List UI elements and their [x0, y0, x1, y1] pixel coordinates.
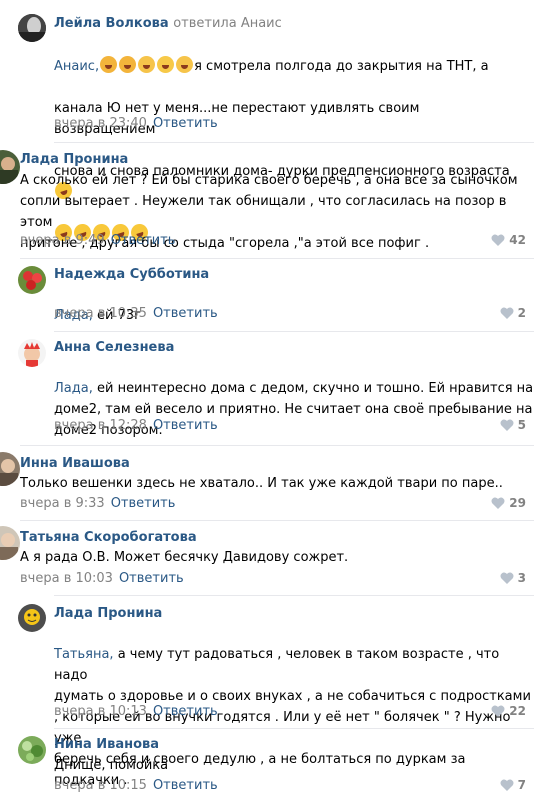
- comments-thread: Лейла Волкова ответила Анаис Анаис, я смо…: [0, 0, 556, 793]
- avatar[interactable]: [18, 266, 46, 294]
- avatar[interactable]: [0, 150, 20, 184]
- avatar[interactable]: [18, 14, 46, 42]
- addressee-prefix: ответила: [173, 16, 237, 31]
- comment-author[interactable]: Инна Ивашова: [20, 456, 130, 471]
- like-button[interactable]: 29: [491, 496, 526, 510]
- divider: [20, 520, 534, 521]
- divider: [20, 445, 534, 446]
- mention-link[interactable]: Анаис,: [54, 59, 99, 74]
- divider: [54, 142, 534, 143]
- comment-meta: вчера в 23:40 Ответить: [54, 116, 218, 131]
- author-name[interactable]: Лада Пронина: [54, 606, 162, 621]
- comment-author[interactable]: Анна Селезнева: [54, 340, 174, 355]
- divider: [54, 595, 534, 596]
- comment-author[interactable]: Лада Пронина: [54, 606, 162, 621]
- author-name[interactable]: Надежда Субботина: [54, 267, 209, 282]
- like-button[interactable]: 2: [500, 306, 526, 320]
- reply-button[interactable]: Ответить: [111, 496, 176, 511]
- heart-icon: [500, 779, 514, 791]
- reply-button[interactable]: Ответить: [153, 306, 218, 321]
- comment-meta: вчера в 10:35 Ответить: [54, 306, 218, 321]
- like-count: 2: [517, 306, 526, 320]
- heart-icon: [500, 419, 514, 431]
- comment-time[interactable]: вчера в 10:15: [54, 778, 147, 793]
- comment-meta: вчера в 12:28 Ответить: [54, 418, 218, 433]
- comment-time[interactable]: вчера в 10:03: [20, 571, 113, 586]
- comment-author[interactable]: Лейла Волкова ответила Анаис: [54, 16, 282, 31]
- like-count: 7: [517, 778, 526, 792]
- avatar[interactable]: [18, 604, 46, 632]
- like-count: 3: [517, 571, 526, 585]
- avatar[interactable]: [18, 736, 46, 764]
- reply-button[interactable]: Ответить: [153, 778, 218, 793]
- like-count: 42: [509, 233, 526, 247]
- comment-time[interactable]: вчера в 9:49: [20, 233, 105, 248]
- divider: [54, 331, 534, 332]
- comment-time[interactable]: вчера в 10:13: [54, 704, 147, 719]
- divider: [54, 728, 534, 729]
- comment-meta: вчера в 9:49 Ответить: [20, 233, 175, 248]
- mention-link[interactable]: Лада,: [54, 381, 93, 396]
- heart-icon: [500, 572, 514, 584]
- reply-button[interactable]: Ответить: [153, 116, 218, 131]
- reply-button[interactable]: Ответить: [153, 704, 218, 719]
- comment-author[interactable]: Надежда Субботина: [54, 267, 209, 282]
- like-count: 5: [517, 418, 526, 432]
- heart-icon: [500, 307, 514, 319]
- like-button[interactable]: 3: [500, 571, 526, 585]
- comment-text-line: я смотрела полгода до закрытия на ТНТ, а: [194, 59, 489, 74]
- author-name[interactable]: Лейла Волкова: [54, 16, 169, 31]
- reply-addressee: ответила Анаис: [173, 16, 282, 31]
- comment-time[interactable]: вчера в 12:28: [54, 418, 147, 433]
- comment-author[interactable]: Лада Пронина: [20, 152, 128, 167]
- comment-text: А я рада О.В. Может бесячку Давидову сож…: [20, 550, 349, 565]
- heart-icon: [491, 497, 505, 509]
- comment-time[interactable]: вчера в 9:33: [20, 496, 105, 511]
- comment-meta: вчера в 10:15 Ответить: [54, 778, 218, 793]
- like-count: 29: [509, 496, 526, 510]
- author-name[interactable]: Анна Селезнева: [54, 340, 174, 355]
- comment-text: Днище, помойка: [54, 758, 169, 773]
- comment-meta: вчера в 10:13 Ответить: [54, 704, 218, 719]
- comment-author[interactable]: Нина Иванова: [54, 737, 159, 752]
- author-name[interactable]: Татьяна Скоробогатова: [20, 530, 197, 545]
- comment-time[interactable]: вчера в 23:40: [54, 116, 147, 131]
- author-name[interactable]: Инна Ивашова: [20, 456, 130, 471]
- heart-icon: [491, 234, 505, 246]
- addressee-name[interactable]: Анаис: [241, 16, 282, 31]
- emoji-scream-icon: [119, 56, 137, 73]
- author-name[interactable]: Лада Пронина: [20, 152, 128, 167]
- like-button[interactable]: 42: [491, 233, 526, 247]
- reply-button[interactable]: Ответить: [111, 233, 176, 248]
- avatar[interactable]: [0, 452, 20, 486]
- divider: [20, 258, 534, 259]
- emoji-smile-icon: [157, 56, 175, 73]
- mention-link[interactable]: Татьяна,: [54, 647, 114, 662]
- comment-meta: вчера в 9:33 Ответить: [20, 496, 175, 511]
- comment-text: Только вешенки здесь не хватало.. И так …: [20, 476, 503, 491]
- like-button[interactable]: 5: [500, 418, 526, 432]
- author-name[interactable]: Нина Иванова: [54, 737, 159, 752]
- reply-button[interactable]: Ответить: [153, 418, 218, 433]
- like-button[interactable]: 22: [491, 704, 526, 718]
- like-button[interactable]: 7: [500, 778, 526, 792]
- emoji-flushed-icon: [176, 56, 194, 73]
- avatar[interactable]: [0, 526, 20, 560]
- heart-icon: [491, 705, 505, 717]
- reply-button[interactable]: Ответить: [119, 571, 184, 586]
- emoji-flushed-icon: [138, 56, 156, 73]
- emoji-scream-icon: [100, 56, 118, 73]
- avatar[interactable]: [18, 339, 46, 367]
- comment-meta: вчера в 10:03 Ответить: [20, 571, 184, 586]
- like-count: 22: [509, 704, 526, 718]
- comment-time[interactable]: вчера в 10:35: [54, 306, 147, 321]
- comment-author[interactable]: Татьяна Скоробогатова: [20, 530, 197, 545]
